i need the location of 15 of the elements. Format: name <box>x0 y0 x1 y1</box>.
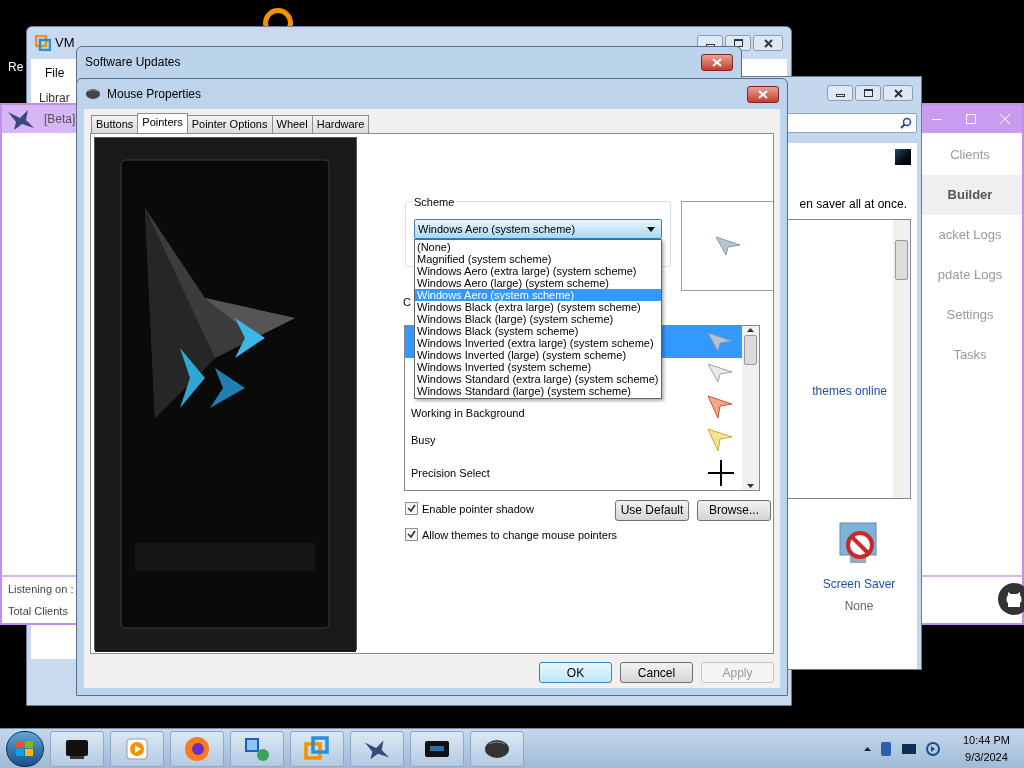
sidebar-label: Librar <box>38 90 71 107</box>
checkbox-label: Enable pointer shadow <box>422 501 534 517</box>
clock-date: 9/3/2024 <box>965 749 1008 765</box>
window-title: [Beta] <box>44 111 76 128</box>
clock-time: 10:44 PM <box>962 733 1010 748</box>
status-text: Listening on : <box>8 581 74 597</box>
window-title: VM <box>55 34 75 53</box>
desktop-label: Re <box>8 59 24 76</box>
description-text: en saver all at once. <box>799 196 907 213</box>
window-title: Mouse Properties <box>107 86 202 103</box>
status-text: Total Clients <box>8 604 68 619</box>
window-title: Software Updates <box>85 54 181 71</box>
checkbox-label: Allow themes to change mouse pointers <box>422 527 618 543</box>
section-label: C <box>403 295 411 310</box>
screen-saver-value: None <box>844 598 874 615</box>
